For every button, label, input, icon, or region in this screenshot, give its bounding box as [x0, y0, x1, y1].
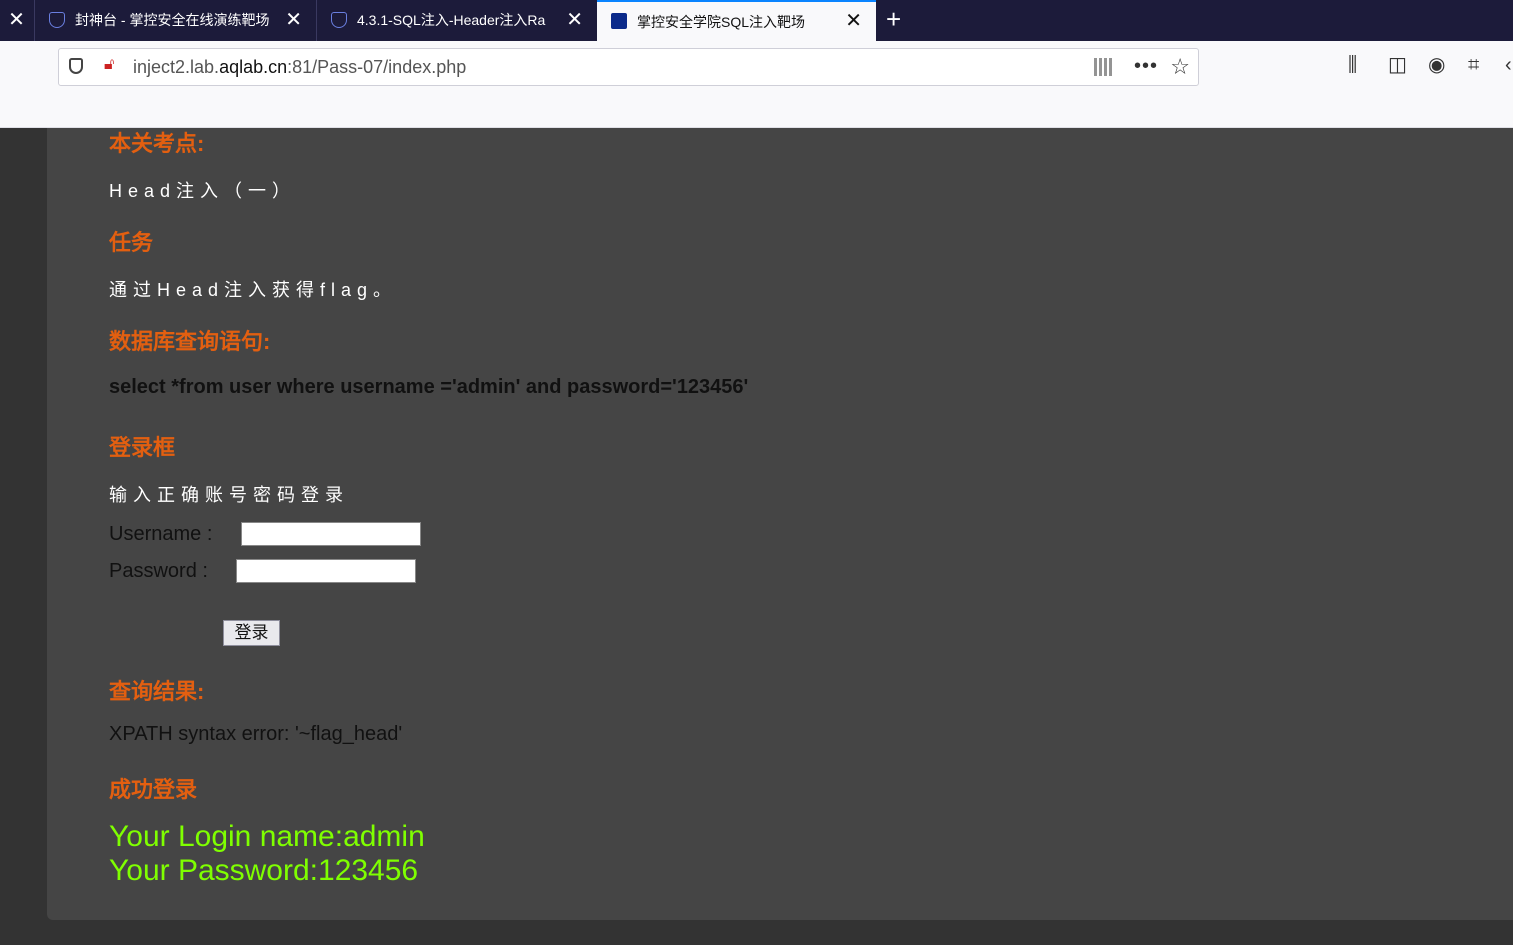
bookmark-star-icon[interactable]: ☆	[1170, 49, 1190, 85]
sidebar-icon[interactable]: ◫	[1388, 55, 1407, 75]
tab-title: 掌控安全学院SQL注入靶场	[637, 14, 806, 30]
heading-sql: 数据库查询语句:	[109, 329, 271, 354]
heading-points: 本关考点:	[109, 131, 205, 156]
screenshot-icon[interactable]: ⌗	[1468, 55, 1479, 75]
nav-toolbar: 🔓︎ inject2.lab.aqlab.cn:81/Pass-07/index…	[0, 41, 1513, 128]
tracking-shield-icon[interactable]	[69, 58, 83, 74]
heading-success: 成功登录	[109, 777, 198, 802]
points-text: Head注入（一）	[109, 181, 297, 201]
tab-fengshentai[interactable]: 封神台 - 掌控安全在线演练靶场 ✕	[34, 0, 316, 41]
more-actions-icon[interactable]: •••	[1134, 49, 1158, 83]
login-password-line: Your Password:123456	[109, 854, 419, 887]
tab-title: 封神台 - 掌控安全在线演练靶场	[75, 12, 270, 28]
qr-code-icon[interactable]	[1094, 58, 1112, 76]
overflow-chevron-icon[interactable]: ‹	[1505, 55, 1512, 75]
heading-task: 任务	[109, 230, 154, 255]
close-tab-icon[interactable]: ✕	[285, 0, 302, 41]
login-hint: 输入正确账号密码登录	[109, 485, 349, 505]
page-panel: 本关考点: Head注入（一） 任务 通过Head注入获得flag。 数据库查询…	[47, 128, 1513, 920]
heading-result: 查询结果:	[109, 679, 205, 704]
task-text: 通过Head注入获得flag。	[109, 280, 398, 300]
tab-header-injection[interactable]: 4.3.1-SQL注入-Header注入Ra ✕	[316, 0, 597, 41]
query-result: XPATH syntax error: '~flag_head'	[109, 723, 403, 745]
login-button[interactable]: 登录	[223, 620, 280, 646]
password-label: Password :	[109, 560, 208, 582]
password-input[interactable]	[236, 559, 416, 583]
username-label: Username :	[109, 523, 213, 545]
url-bar[interactable]: 🔓︎ inject2.lab.aqlab.cn:81/Pass-07/index…	[58, 48, 1199, 86]
shield-icon	[49, 12, 65, 28]
heading-login: 登录框	[109, 435, 176, 460]
url-text[interactable]: inject2.lab.aqlab.cn:81/Pass-07/index.ph…	[133, 49, 466, 85]
library-icon[interactable]: ⫼	[1348, 55, 1357, 75]
close-tab-icon[interactable]: ✕	[566, 0, 583, 41]
site-logo-icon	[611, 13, 627, 29]
close-tab-icon[interactable]: ✕	[845, 2, 862, 41]
tab-title: 4.3.1-SQL注入-Header注入Ra	[357, 12, 546, 28]
login-name-line: Your Login name:admin	[109, 820, 425, 853]
insecure-lock-icon[interactable]: 🔓︎	[104, 57, 118, 73]
sql-query: select *from user where username ='admin…	[109, 376, 749, 398]
tab-sql-range-active[interactable]: 掌控安全学院SQL注入靶场 ✕	[597, 0, 876, 41]
close-icon[interactable]: ✕	[0, 0, 33, 41]
username-input[interactable]	[241, 522, 421, 546]
tab-bar: ✕ 封神台 - 掌控安全在线演练靶场 ✕ 4.3.1-SQL注入-Header注…	[0, 0, 1513, 41]
new-tab-icon[interactable]: +	[886, 0, 901, 39]
account-icon[interactable]: ◉	[1428, 55, 1445, 75]
shield-icon	[331, 12, 347, 28]
